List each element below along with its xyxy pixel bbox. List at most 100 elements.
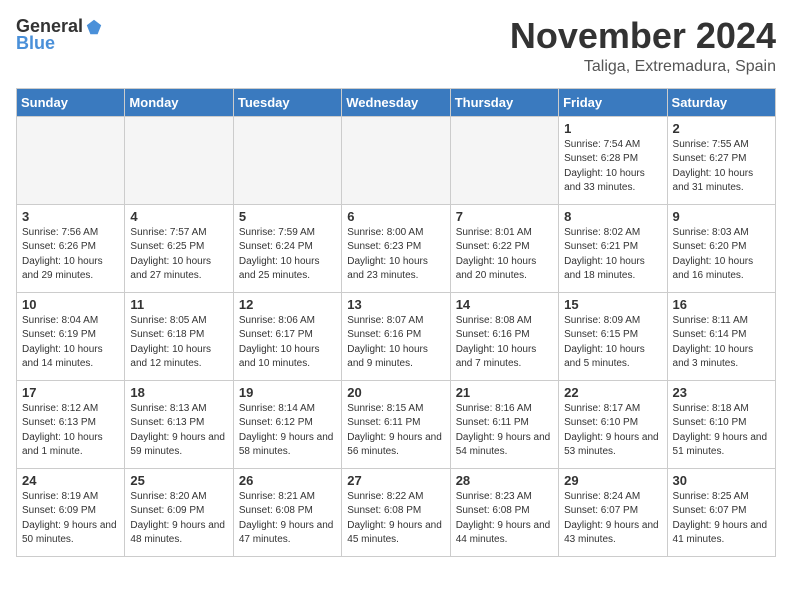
day-number: 10 — [22, 297, 119, 312]
calendar-cell: 13 Sunrise: 8:07 AM Sunset: 6:16 PM Dayli… — [342, 292, 450, 380]
cell-info: Sunrise: 8:12 AM Sunset: 6:13 PM Dayligh… — [22, 402, 119, 460]
calendar-cell: 14 Sunrise: 8:08 AM Sunset: 6:16 PM Dayli… — [450, 292, 558, 380]
cell-info: Sunrise: 7:59 AM Sunset: 6:24 PM Dayligh… — [239, 226, 336, 284]
cell-info: Sunrise: 7:57 AM Sunset: 6:25 PM Dayligh… — [130, 226, 227, 284]
cell-info: Sunrise: 8:13 AM Sunset: 6:13 PM Dayligh… — [130, 402, 227, 460]
calendar-cell: 3Sunrise: 7:56 AM Sunset: 6:26 PM Daylig… — [17, 204, 125, 292]
calendar-cell: 25 Sunrise: 8:20 AM Sunset: 6:09 PM Dayli… — [125, 468, 233, 556]
header-saturday: Saturday — [667, 88, 775, 116]
calendar-cell: 20Sunrise: 8:15 AM Sunset: 6:11 PM Dayli… — [342, 380, 450, 468]
cell-info: Sunrise: 8:04 AM Sunset: 6:19 PM Dayligh… — [22, 314, 119, 372]
cell-info: Sunrise: 8:08 AM Sunset: 6:16 PM Dayligh… — [456, 314, 553, 372]
cell-info: Sunrise: 8:02 AM Sunset: 6:21 PM Dayligh… — [564, 226, 661, 284]
day-number: 28 — [456, 473, 553, 488]
day-number: 5 — [239, 209, 336, 224]
day-number: 15 — [564, 297, 661, 312]
calendar-cell: 21 Sunrise: 8:16 AM Sunset: 6:11 PM Dayli… — [450, 380, 558, 468]
calendar-table: SundayMondayTuesdayWednesdayThursdayFrid… — [16, 88, 776, 557]
cell-info: Sunrise: 8:00 AM Sunset: 6:23 PM Dayligh… — [347, 226, 444, 284]
calendar-cell: 23Sunrise: 8:18 AM Sunset: 6:10 PM Dayli… — [667, 380, 775, 468]
cell-info: Sunrise: 8:11 AM Sunset: 6:14 PM Dayligh… — [673, 314, 770, 372]
day-number: 1 — [564, 121, 661, 136]
calendar-cell — [125, 116, 233, 204]
calendar-cell: 18 Sunrise: 8:13 AM Sunset: 6:13 PM Dayli… — [125, 380, 233, 468]
calendar-cell: 1 Sunrise: 7:54 AM Sunset: 6:28 PM Daylig… — [559, 116, 667, 204]
day-number: 29 — [564, 473, 661, 488]
header-sunday: Sunday — [17, 88, 125, 116]
day-number: 24 — [22, 473, 119, 488]
calendar-cell: 27 Sunrise: 8:22 AM Sunset: 6:08 PM Dayli… — [342, 468, 450, 556]
cell-info: Sunrise: 8:15 AM Sunset: 6:11 PM Dayligh… — [347, 402, 444, 460]
day-number: 7 — [456, 209, 553, 224]
header: General Blue November 2024 Taliga, Extre… — [16, 16, 776, 76]
calendar-cell: 6 Sunrise: 8:00 AM Sunset: 6:23 PM Daylig… — [342, 204, 450, 292]
cell-info: Sunrise: 8:21 AM Sunset: 6:08 PM Dayligh… — [239, 490, 336, 548]
day-number: 21 — [456, 385, 553, 400]
day-number: 19 — [239, 385, 336, 400]
cell-info: Sunrise: 8:25 AM Sunset: 6:07 PM Dayligh… — [673, 490, 770, 548]
calendar-week-1: 1 Sunrise: 7:54 AM Sunset: 6:28 PM Daylig… — [17, 116, 776, 204]
day-number: 30 — [673, 473, 770, 488]
header-tuesday: Tuesday — [233, 88, 341, 116]
day-number: 27 — [347, 473, 444, 488]
day-number: 11 — [130, 297, 227, 312]
calendar-cell: 4 Sunrise: 7:57 AM Sunset: 6:25 PM Daylig… — [125, 204, 233, 292]
cell-info: Sunrise: 7:55 AM Sunset: 6:27 PM Dayligh… — [673, 138, 770, 196]
day-number: 6 — [347, 209, 444, 224]
header-thursday: Thursday — [450, 88, 558, 116]
title-area: November 2024 Taliga, Extremadura, Spain — [510, 16, 776, 76]
day-number: 17 — [22, 385, 119, 400]
day-number: 9 — [673, 209, 770, 224]
cell-info: Sunrise: 8:16 AM Sunset: 6:11 PM Dayligh… — [456, 402, 553, 460]
calendar-cell: 15 Sunrise: 8:09 AM Sunset: 6:15 PM Dayli… — [559, 292, 667, 380]
calendar-cell — [17, 116, 125, 204]
calendar-cell: 9 Sunrise: 8:03 AM Sunset: 6:20 PM Daylig… — [667, 204, 775, 292]
calendar-cell: 26Sunrise: 8:21 AM Sunset: 6:08 PM Dayli… — [233, 468, 341, 556]
day-number: 18 — [130, 385, 227, 400]
header-wednesday: Wednesday — [342, 88, 450, 116]
calendar-week-3: 10 Sunrise: 8:04 AM Sunset: 6:19 PM Dayli… — [17, 292, 776, 380]
calendar-week-5: 24Sunrise: 8:19 AM Sunset: 6:09 PM Dayli… — [17, 468, 776, 556]
calendar-cell: 19Sunrise: 8:14 AM Sunset: 6:12 PM Dayli… — [233, 380, 341, 468]
day-number: 16 — [673, 297, 770, 312]
day-number: 13 — [347, 297, 444, 312]
cell-info: Sunrise: 8:22 AM Sunset: 6:08 PM Dayligh… — [347, 490, 444, 548]
cell-info: Sunrise: 8:18 AM Sunset: 6:10 PM Dayligh… — [673, 402, 770, 460]
calendar-cell: 16 Sunrise: 8:11 AM Sunset: 6:14 PM Dayli… — [667, 292, 775, 380]
cell-info: Sunrise: 8:20 AM Sunset: 6:09 PM Dayligh… — [130, 490, 227, 548]
header-friday: Friday — [559, 88, 667, 116]
cell-info: Sunrise: 8:07 AM Sunset: 6:16 PM Dayligh… — [347, 314, 444, 372]
calendar-cell: 22Sunrise: 8:17 AM Sunset: 6:10 PM Dayli… — [559, 380, 667, 468]
day-number: 14 — [456, 297, 553, 312]
calendar-week-4: 17 Sunrise: 8:12 AM Sunset: 6:13 PM Dayli… — [17, 380, 776, 468]
day-number: 8 — [564, 209, 661, 224]
day-number: 25 — [130, 473, 227, 488]
day-number: 4 — [130, 209, 227, 224]
cell-info: Sunrise: 8:23 AM Sunset: 6:08 PM Dayligh… — [456, 490, 553, 548]
calendar-cell: 12Sunrise: 8:06 AM Sunset: 6:17 PM Dayli… — [233, 292, 341, 380]
calendar-week-2: 3Sunrise: 7:56 AM Sunset: 6:26 PM Daylig… — [17, 204, 776, 292]
calendar-cell — [450, 116, 558, 204]
calendar-cell: 5 Sunrise: 7:59 AM Sunset: 6:24 PM Daylig… — [233, 204, 341, 292]
cell-info: Sunrise: 8:09 AM Sunset: 6:15 PM Dayligh… — [564, 314, 661, 372]
cell-info: Sunrise: 8:24 AM Sunset: 6:07 PM Dayligh… — [564, 490, 661, 548]
logo-flag-icon — [85, 18, 103, 36]
calendar-cell: 11 Sunrise: 8:05 AM Sunset: 6:18 PM Dayli… — [125, 292, 233, 380]
calendar-cell: 28 Sunrise: 8:23 AM Sunset: 6:08 PM Dayli… — [450, 468, 558, 556]
cell-info: Sunrise: 8:05 AM Sunset: 6:18 PM Dayligh… — [130, 314, 227, 372]
calendar-cell: 2Sunrise: 7:55 AM Sunset: 6:27 PM Daylig… — [667, 116, 775, 204]
logo-blue: Blue — [16, 33, 55, 54]
day-number: 12 — [239, 297, 336, 312]
calendar-cell: 17 Sunrise: 8:12 AM Sunset: 6:13 PM Dayli… — [17, 380, 125, 468]
calendar-cell: 8 Sunrise: 8:02 AM Sunset: 6:21 PM Daylig… — [559, 204, 667, 292]
location-title: Taliga, Extremadura, Spain — [510, 58, 776, 76]
cell-info: Sunrise: 7:54 AM Sunset: 6:28 PM Dayligh… — [564, 138, 661, 196]
cell-info: Sunrise: 8:03 AM Sunset: 6:20 PM Dayligh… — [673, 226, 770, 284]
cell-info: Sunrise: 8:01 AM Sunset: 6:22 PM Dayligh… — [456, 226, 553, 284]
day-number: 22 — [564, 385, 661, 400]
calendar-cell: 10 Sunrise: 8:04 AM Sunset: 6:19 PM Dayli… — [17, 292, 125, 380]
calendar-cell: 29 Sunrise: 8:24 AM Sunset: 6:07 PM Dayli… — [559, 468, 667, 556]
calendar-cell: 30 Sunrise: 8:25 AM Sunset: 6:07 PM Dayli… — [667, 468, 775, 556]
cell-info: Sunrise: 7:56 AM Sunset: 6:26 PM Dayligh… — [22, 226, 119, 284]
logo: General Blue — [16, 16, 103, 54]
